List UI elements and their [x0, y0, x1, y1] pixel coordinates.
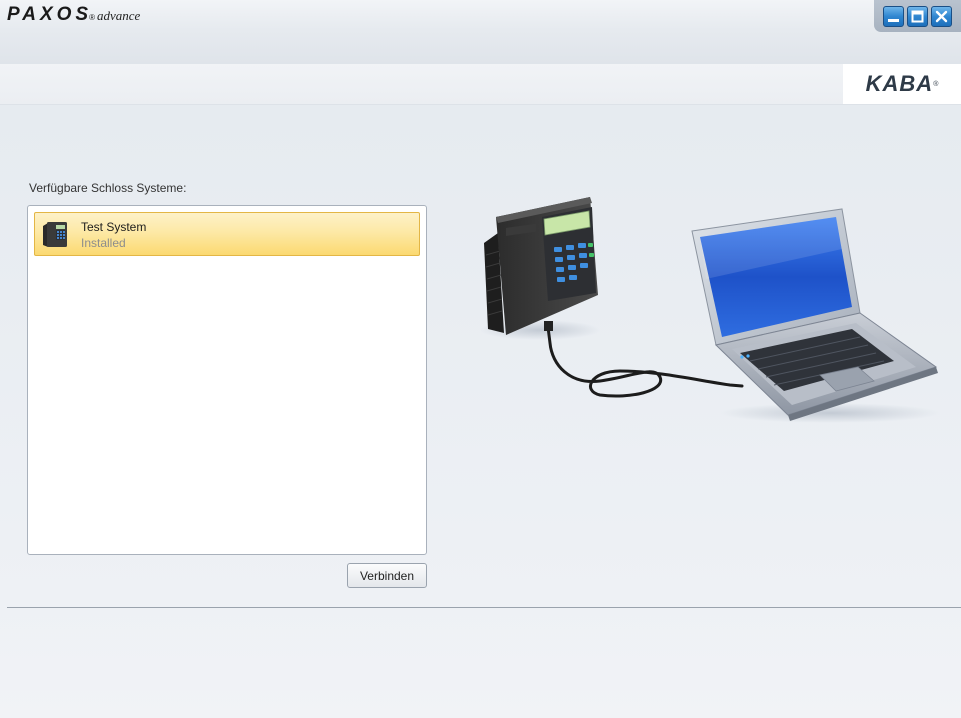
lock-terminal-to-laptop-connection-illustration: [480, 197, 940, 423]
list-item-title: Test System: [81, 220, 147, 234]
connect-button[interactable]: Verbinden: [347, 563, 427, 588]
app-logo-edition: advance: [97, 8, 141, 23]
app-logo: PAXOS ® advance: [7, 4, 140, 28]
maximize-button[interactable]: [907, 5, 928, 27]
systems-list-label: Verfügbare Schloss Systeme:: [29, 181, 187, 195]
vendor-logo-reg-mark: ®: [933, 80, 939, 88]
minimize-icon: [888, 18, 899, 22]
title-bar: PAXOS ® advance: [0, 0, 961, 64]
window-controls: [874, 0, 961, 32]
maximize-icon: [911, 10, 924, 22]
close-button[interactable]: [931, 5, 952, 27]
close-icon: [935, 10, 948, 22]
app-logo-brand: PAXOS: [7, 4, 93, 25]
app-logo-reg-mark: ®: [89, 13, 96, 22]
vendor-logo: KABA ®: [843, 64, 961, 104]
header-strip: [0, 64, 961, 105]
systems-list[interactable]: Test System Installed: [27, 205, 427, 555]
lock-terminal-icon: [43, 222, 67, 247]
footer-divider: [7, 607, 961, 608]
list-item-status: Installed: [81, 236, 126, 250]
list-item[interactable]: Test System Installed: [34, 212, 420, 256]
minimize-button[interactable]: [883, 5, 904, 27]
vendor-logo-text: KABA: [865, 71, 934, 96]
